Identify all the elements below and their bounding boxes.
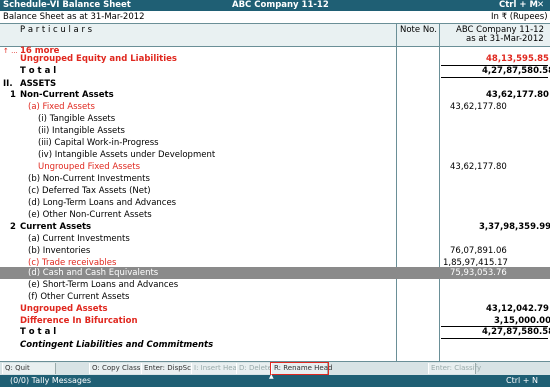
list-item[interactable]: (iv) Intangible Assets under Development: [0, 149, 550, 161]
tally-messages[interactable]: (0/0) Tally Messages: [10, 375, 91, 387]
list-item[interactable]: (d) Long-Term Loans and Advances: [0, 197, 550, 209]
report-period: Balance Sheet as at 31-Mar-2012: [3, 12, 145, 22]
row-label: (b) Non-Current Investments: [28, 174, 150, 184]
row-amount: 43,62,177.80: [450, 162, 507, 172]
status-shortcut: Ctrl + N: [506, 376, 539, 385]
row-label: (c) Deferred Tax Assets (Net): [28, 186, 151, 196]
quit-button[interactable]: Q: Quit: [2, 363, 56, 374]
col-note-no: Note No.: [400, 25, 437, 35]
row-amount: 75,93,053.76: [450, 268, 507, 278]
row-label: T o t a l: [20, 327, 57, 337]
list-item[interactable]: (b) Non-Current Investments: [0, 173, 550, 185]
row-amount: 43,12,042.79: [486, 304, 549, 314]
classify-button[interactable]: Enter: Classify: [428, 363, 481, 374]
up-arrow-icon[interactable]: ▲: [269, 371, 274, 383]
list-item[interactable]: 2 Current Assets 3,37,98,359.99: [0, 221, 550, 233]
col-as-at: as at 31-Mar-2012: [466, 34, 544, 44]
list-item[interactable]: (ii) Intangible Assets: [0, 125, 550, 137]
row-label: (iv) Intangible Assets under Development: [38, 150, 216, 160]
row-number: 2: [10, 222, 16, 232]
list-item[interactable]: (a) Current Investments: [0, 233, 550, 245]
row-label: (ii) Intangible Assets: [38, 126, 125, 136]
display-schedule-button[interactable]: Enter: DispSch: [141, 363, 195, 374]
row-label: Ungrouped Equity and Liabilities: [20, 54, 177, 64]
row-label: Current Assets: [20, 222, 92, 232]
list-item[interactable]: (a) Fixed Assets 43,62,177.80: [0, 101, 550, 113]
row-amount: 76,07,891.06: [450, 246, 507, 256]
total-row[interactable]: T o t a l 4,27,87,580.58: [0, 326, 550, 338]
status-bar: (0/0) Tally Messages ▲ Ctrl + N: [0, 373, 550, 387]
column-header: P a r t i c u l a r s Note No. ABC Compa…: [0, 23, 550, 47]
company-title: ABC Company 11-12: [232, 0, 329, 10]
title-bar: Schedule-VI Balance Sheet ABC Company 11…: [0, 0, 550, 11]
list-item[interactable]: (e) Other Non-Current Assets: [0, 209, 550, 221]
row-label: (f) Other Current Assets: [28, 292, 130, 302]
row-label: (i) Tangible Assets: [38, 114, 116, 124]
row-amount: 4,27,87,580.58: [482, 66, 550, 76]
row-label: (a) Current Investments: [28, 234, 130, 244]
row-amount: 4,27,87,580.58: [482, 327, 550, 337]
row-amount: 43,62,177.80: [486, 90, 549, 100]
list-item[interactable]: Contingent Liabilities and Commitments: [0, 339, 550, 351]
list-item[interactable]: Ungrouped Fixed Assets 43,62,177.80: [0, 161, 550, 173]
row-number: 1: [10, 90, 16, 100]
row-label: (a) Fixed Assets: [28, 102, 95, 112]
row-amount: 43,62,177.80: [450, 102, 507, 112]
row-amount: 3,37,98,359.99: [479, 222, 550, 232]
selected-row[interactable]: (d) Cash and Cash Equivalents 75,93,053.…: [0, 267, 550, 279]
row-label: (b) Inventories: [28, 246, 91, 256]
screen-title: Schedule-VI Balance Sheet: [3, 0, 131, 10]
copy-classify-button[interactable]: O: Copy Classify: [89, 363, 149, 374]
row-label: (e) Short-Term Loans and Advances: [28, 280, 179, 290]
list-item[interactable]: (iii) Capital Work-in-Progress: [0, 137, 550, 149]
row-label: (iii) Capital Work-in-Progress: [38, 138, 159, 148]
currency-label: In ₹ (Rupees): [491, 12, 548, 22]
list-item[interactable]: (c) Deferred Tax Assets (Net): [0, 185, 550, 197]
title-shortcut: Ctrl + M: [499, 0, 538, 10]
row-label: Ungrouped Assets: [20, 304, 108, 314]
close-icon[interactable]: ✕: [537, 0, 544, 11]
row-label: (d) Long-Term Loans and Advances: [28, 198, 177, 208]
total-row[interactable]: T o t a l 4,27,87,580.58: [0, 65, 550, 77]
list-item[interactable]: (i) Tangible Assets: [0, 113, 550, 125]
list-item[interactable]: (e) Short-Term Loans and Advances: [0, 279, 550, 291]
rename-head-button[interactable]: R: Rename Head: [270, 362, 332, 375]
row-label: Ungrouped Fixed Assets: [38, 162, 141, 172]
col-particulars: P a r t i c u l a r s: [20, 25, 93, 35]
row-label: Contingent Liabilities and Commitments: [20, 340, 214, 350]
insert-head-button[interactable]: I: Insert Head: [191, 363, 241, 374]
list-item[interactable]: (f) Other Current Assets: [0, 291, 550, 303]
list-item[interactable]: Ungrouped Assets 43,12,042.79: [0, 303, 550, 315]
row-label: (e) Other Non-Current Assets: [28, 210, 152, 220]
report-subheader: Balance Sheet as at 31-Mar-2012 In ₹ (Ru…: [0, 11, 550, 23]
list-item[interactable]: (b) Inventories 76,07,891.06: [0, 245, 550, 257]
row-label: Non-Current Assets: [20, 90, 114, 100]
row-amount: 48,13,595.85: [486, 54, 549, 64]
list-item[interactable]: 1 Non-Current Assets 43,62,177.80: [0, 89, 550, 101]
row-label: T o t a l: [20, 66, 57, 76]
button-bar: Q: Quit O: Copy Classify Enter: DispSch …: [0, 361, 550, 376]
list-item[interactable]: Ungrouped Equity and Liabilities 48,13,5…: [0, 53, 550, 65]
row-label: (d) Cash and Cash Equivalents: [28, 268, 159, 278]
